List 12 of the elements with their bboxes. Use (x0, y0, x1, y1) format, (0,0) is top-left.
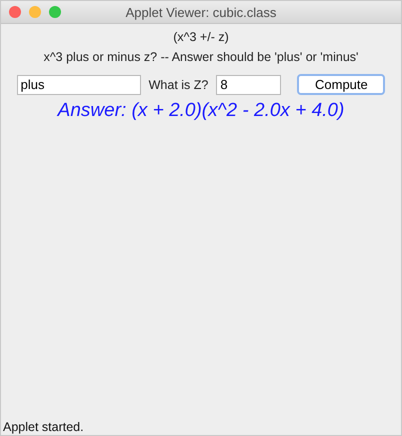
status-text: Applet started. (2, 420, 85, 435)
z-label: What is Z? (148, 78, 208, 92)
window-title: Applet Viewer: cubic.class (126, 4, 276, 20)
prompt-text: x^3 plus or minus z? -- Answer should be 'plus' or 'minus' (44, 50, 358, 64)
compute-button[interactable]: Compute (297, 74, 386, 95)
sign-input-field[interactable]: plus (16, 74, 141, 94)
minimize-icon[interactable] (29, 6, 41, 18)
close-icon[interactable] (9, 6, 21, 18)
maximize-icon[interactable] (49, 6, 61, 18)
z-input-field[interactable]: 8 (216, 74, 282, 94)
heading: (x^3 +/- z) (173, 30, 229, 44)
answer-text: Answer: (x + 2.0)(x^2 - 2.0x + 4.0) (58, 100, 344, 122)
